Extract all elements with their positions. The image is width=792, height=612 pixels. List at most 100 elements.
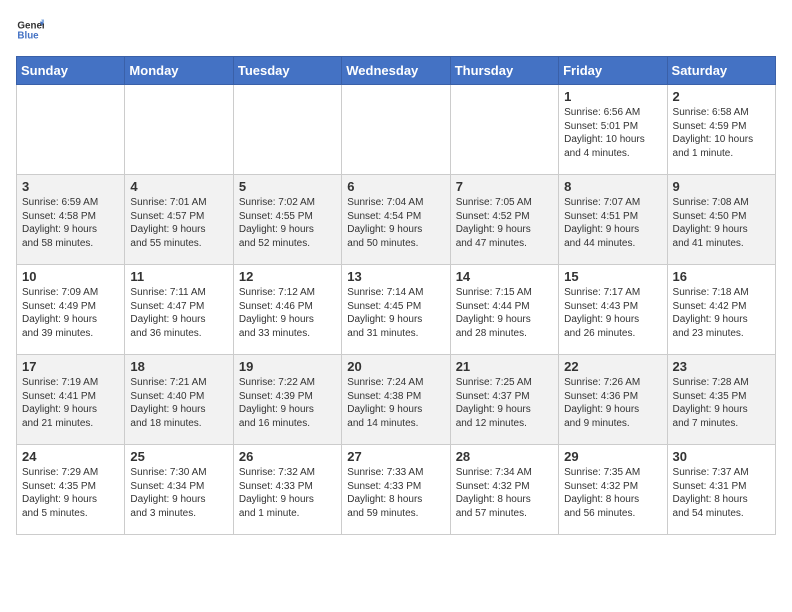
day-number: 27	[347, 449, 444, 464]
day-info: Sunrise: 7:04 AM Sunset: 4:54 PM Dayligh…	[347, 196, 444, 250]
day-info: Sunrise: 7:07 AM Sunset: 4:51 PM Dayligh…	[564, 196, 661, 250]
day-info: Sunrise: 7:29 AM Sunset: 4:35 PM Dayligh…	[22, 466, 119, 520]
calendar-cell: 1 Sunrise: 6:56 AM Sunset: 5:01 PM Daylig…	[559, 85, 667, 175]
day-info: Sunrise: 7:19 AM Sunset: 4:41 PM Dayligh…	[22, 376, 119, 430]
calendar-cell: 13 Sunrise: 7:14 AM Sunset: 4:45 PM Dayli…	[342, 265, 450, 355]
day-number: 16	[673, 269, 770, 284]
weekday-header-monday: Monday	[125, 57, 233, 85]
day-info: Sunrise: 6:56 AM Sunset: 5:01 PM Dayligh…	[564, 106, 661, 160]
calendar-cell: 6Sunrise: 7:04 AM Sunset: 4:54 PM Daylig…	[342, 175, 450, 265]
day-number: 1	[564, 89, 661, 104]
day-number: 7	[456, 179, 553, 194]
calendar-week-row: 1 Sunrise: 6:56 AM Sunset: 5:01 PM Daylig…	[17, 85, 776, 175]
day-info: Sunrise: 7:25 AM Sunset: 4:37 PM Dayligh…	[456, 376, 553, 430]
day-number: 24	[22, 449, 119, 464]
day-info: Sunrise: 7:37 AM Sunset: 4:31 PM Dayligh…	[673, 466, 770, 520]
weekday-header-friday: Friday	[559, 57, 667, 85]
day-number: 8	[564, 179, 661, 194]
logo-icon: General Blue	[16, 16, 44, 44]
day-info: Sunrise: 7:12 AM Sunset: 4:46 PM Dayligh…	[239, 286, 336, 340]
calendar-cell: 22 Sunrise: 7:26 AM Sunset: 4:36 PM Dayli…	[559, 355, 667, 445]
day-number: 25	[130, 449, 227, 464]
calendar-cell: 14Sunrise: 7:15 AM Sunset: 4:44 PM Dayli…	[450, 265, 558, 355]
day-info: Sunrise: 7:18 AM Sunset: 4:42 PM Dayligh…	[673, 286, 770, 340]
calendar-cell: 24 Sunrise: 7:29 AM Sunset: 4:35 PM Dayli…	[17, 445, 125, 535]
day-number: 15	[564, 269, 661, 284]
day-number: 23	[673, 359, 770, 374]
day-number: 5	[239, 179, 336, 194]
calendar-cell	[233, 85, 341, 175]
calendar-week-row: 10 Sunrise: 7:09 AM Sunset: 4:49 PM Dayli…	[17, 265, 776, 355]
day-number: 13	[347, 269, 444, 284]
day-info: Sunrise: 7:01 AM Sunset: 4:57 PM Dayligh…	[130, 196, 227, 250]
day-info: Sunrise: 7:35 AM Sunset: 4:32 PM Dayligh…	[564, 466, 661, 520]
calendar-cell: 16 Sunrise: 7:18 AM Sunset: 4:42 PM Dayli…	[667, 265, 775, 355]
calendar-cell: 9 Sunrise: 7:08 AM Sunset: 4:50 PM Daylig…	[667, 175, 775, 265]
calendar-cell: 10 Sunrise: 7:09 AM Sunset: 4:49 PM Dayli…	[17, 265, 125, 355]
weekday-header-tuesday: Tuesday	[233, 57, 341, 85]
svg-text:Blue: Blue	[17, 30, 39, 41]
day-number: 30	[673, 449, 770, 464]
day-info: Sunrise: 7:14 AM Sunset: 4:45 PM Dayligh…	[347, 286, 444, 340]
calendar-cell: 8 Sunrise: 7:07 AM Sunset: 4:51 PM Daylig…	[559, 175, 667, 265]
calendar-cell: 27 Sunrise: 7:33 AM Sunset: 4:33 PM Dayli…	[342, 445, 450, 535]
calendar-cell: 17 Sunrise: 7:19 AM Sunset: 4:41 PM Dayli…	[17, 355, 125, 445]
day-info: Sunrise: 7:17 AM Sunset: 4:43 PM Dayligh…	[564, 286, 661, 340]
calendar-cell: 30 Sunrise: 7:37 AM Sunset: 4:31 PM Dayli…	[667, 445, 775, 535]
calendar-week-row: 24 Sunrise: 7:29 AM Sunset: 4:35 PM Dayli…	[17, 445, 776, 535]
calendar-cell: 12 Sunrise: 7:12 AM Sunset: 4:46 PM Dayli…	[233, 265, 341, 355]
day-info: Sunrise: 7:24 AM Sunset: 4:38 PM Dayligh…	[347, 376, 444, 430]
header: General Blue	[16, 16, 776, 44]
day-number: 26	[239, 449, 336, 464]
day-info: Sunrise: 6:58 AM Sunset: 4:59 PM Dayligh…	[673, 106, 770, 160]
day-info: Sunrise: 7:21 AM Sunset: 4:40 PM Dayligh…	[130, 376, 227, 430]
day-number: 21	[456, 359, 553, 374]
day-number: 11	[130, 269, 227, 284]
day-info: Sunrise: 7:08 AM Sunset: 4:50 PM Dayligh…	[673, 196, 770, 250]
calendar-week-row: 17 Sunrise: 7:19 AM Sunset: 4:41 PM Dayli…	[17, 355, 776, 445]
day-number: 2	[673, 89, 770, 104]
day-number: 20	[347, 359, 444, 374]
day-number: 9	[673, 179, 770, 194]
weekday-header-wednesday: Wednesday	[342, 57, 450, 85]
day-info: Sunrise: 7:26 AM Sunset: 4:36 PM Dayligh…	[564, 376, 661, 430]
day-number: 12	[239, 269, 336, 284]
weekday-header-thursday: Thursday	[450, 57, 558, 85]
calendar-cell: 15 Sunrise: 7:17 AM Sunset: 4:43 PM Dayli…	[559, 265, 667, 355]
day-info: Sunrise: 7:28 AM Sunset: 4:35 PM Dayligh…	[673, 376, 770, 430]
day-info: Sunrise: 7:34 AM Sunset: 4:32 PM Dayligh…	[456, 466, 553, 520]
calendar-cell: 26Sunrise: 7:32 AM Sunset: 4:33 PM Dayli…	[233, 445, 341, 535]
day-number: 4	[130, 179, 227, 194]
day-number: 19	[239, 359, 336, 374]
calendar-cell: 3 Sunrise: 6:59 AM Sunset: 4:58 PM Daylig…	[17, 175, 125, 265]
day-info: Sunrise: 6:59 AM Sunset: 4:58 PM Dayligh…	[22, 196, 119, 250]
day-number: 3	[22, 179, 119, 194]
day-info: Sunrise: 7:30 AM Sunset: 4:34 PM Dayligh…	[130, 466, 227, 520]
calendar-week-row: 3 Sunrise: 6:59 AM Sunset: 4:58 PM Daylig…	[17, 175, 776, 265]
calendar-cell: 2 Sunrise: 6:58 AM Sunset: 4:59 PM Daylig…	[667, 85, 775, 175]
calendar-table: SundayMondayTuesdayWednesdayThursdayFrid…	[16, 56, 776, 535]
day-number: 22	[564, 359, 661, 374]
calendar-cell: 5Sunrise: 7:02 AM Sunset: 4:55 PM Daylig…	[233, 175, 341, 265]
weekday-header-row: SundayMondayTuesdayWednesdayThursdayFrid…	[17, 57, 776, 85]
calendar-cell	[125, 85, 233, 175]
calendar-cell: 19Sunrise: 7:22 AM Sunset: 4:39 PM Dayli…	[233, 355, 341, 445]
weekday-header-sunday: Sunday	[17, 57, 125, 85]
day-number: 17	[22, 359, 119, 374]
calendar-cell: 4 Sunrise: 7:01 AM Sunset: 4:57 PM Daylig…	[125, 175, 233, 265]
calendar-cell	[17, 85, 125, 175]
calendar-cell: 11Sunrise: 7:11 AM Sunset: 4:47 PM Dayli…	[125, 265, 233, 355]
day-info: Sunrise: 7:09 AM Sunset: 4:49 PM Dayligh…	[22, 286, 119, 340]
day-number: 10	[22, 269, 119, 284]
day-info: Sunrise: 7:33 AM Sunset: 4:33 PM Dayligh…	[347, 466, 444, 520]
day-number: 28	[456, 449, 553, 464]
logo: General Blue	[16, 16, 44, 44]
calendar-cell: 25 Sunrise: 7:30 AM Sunset: 4:34 PM Dayli…	[125, 445, 233, 535]
day-number: 29	[564, 449, 661, 464]
calendar-cell: 20 Sunrise: 7:24 AM Sunset: 4:38 PM Dayli…	[342, 355, 450, 445]
day-info: Sunrise: 7:15 AM Sunset: 4:44 PM Dayligh…	[456, 286, 553, 340]
calendar-cell: 29 Sunrise: 7:35 AM Sunset: 4:32 PM Dayli…	[559, 445, 667, 535]
day-number: 18	[130, 359, 227, 374]
day-info: Sunrise: 7:05 AM Sunset: 4:52 PM Dayligh…	[456, 196, 553, 250]
calendar-cell	[342, 85, 450, 175]
